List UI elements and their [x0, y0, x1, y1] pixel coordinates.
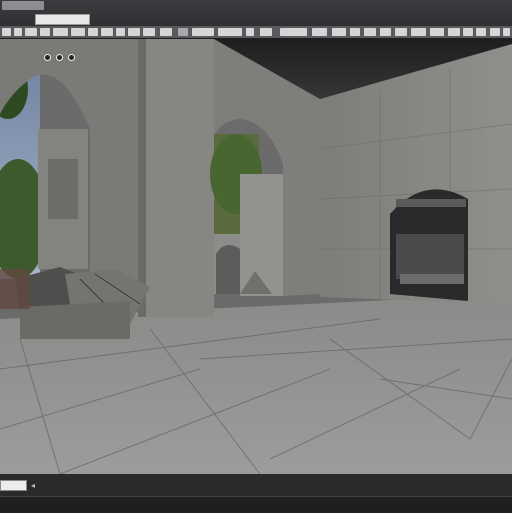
layers-button[interactable] [178, 28, 188, 36]
title-bar [0, 0, 512, 26]
help-button[interactable] [128, 28, 140, 36]
status-chip[interactable] [0, 480, 27, 491]
snap-button[interactable] [192, 28, 214, 36]
tools-button[interactable] [160, 28, 172, 36]
angle-snap-button[interactable] [380, 28, 391, 36]
settings-button[interactable] [116, 28, 125, 36]
close-panel-button[interactable] [503, 28, 510, 36]
camera-speed-button[interactable] [411, 28, 426, 36]
search-input[interactable] [35, 14, 90, 25]
file-menu-button[interactable] [2, 28, 11, 36]
grid-size-button[interactable] [364, 28, 376, 36]
material-button[interactable] [101, 28, 113, 36]
import-button[interactable] [448, 28, 460, 36]
rotate-button[interactable] [260, 28, 272, 36]
layout-button[interactable] [476, 28, 486, 36]
window-button[interactable] [143, 28, 155, 36]
app-title [2, 1, 44, 10]
edit-menu-button[interactable] [14, 28, 22, 36]
content-browser-strip [0, 496, 512, 513]
snap-toggle-button[interactable] [350, 28, 360, 36]
render-button[interactable] [332, 28, 346, 36]
lit-mode-icon[interactable] [56, 54, 63, 61]
move-button[interactable] [280, 28, 307, 36]
build-button[interactable] [40, 28, 50, 36]
status-bar: ◂ [0, 474, 512, 513]
options-button[interactable] [490, 28, 500, 36]
maximize-viewport-button[interactable] [463, 28, 473, 36]
scale-snap-button[interactable] [395, 28, 407, 36]
camera-button[interactable] [71, 28, 85, 36]
scene-render [0, 39, 512, 474]
export-button[interactable] [430, 28, 444, 36]
expand-arrow-icon[interactable]: ◂ [31, 481, 35, 490]
central-pillar [138, 39, 214, 317]
play-button[interactable] [53, 28, 68, 36]
scale-button[interactable] [246, 28, 254, 36]
camera-icon[interactable] [44, 54, 51, 61]
select-button[interactable] [312, 28, 327, 36]
light-button[interactable] [88, 28, 98, 36]
grid-button[interactable] [218, 28, 242, 36]
view-options-icon[interactable] [68, 54, 75, 61]
3d-viewport[interactable] [0, 39, 512, 474]
view-menu-button[interactable] [25, 28, 37, 36]
main-toolbar [0, 26, 512, 39]
